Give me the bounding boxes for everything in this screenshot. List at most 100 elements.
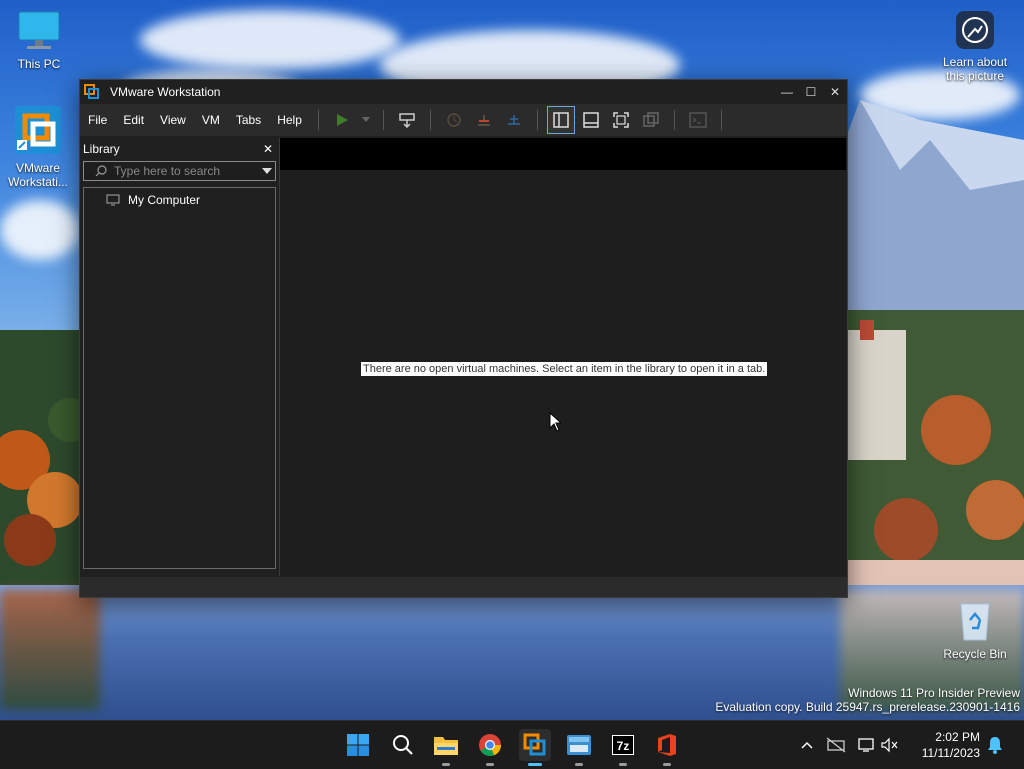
toolbar-separator — [382, 110, 384, 130]
vmware-icon — [84, 84, 99, 99]
running-indicator — [442, 763, 450, 766]
status-bar — [80, 577, 847, 597]
watermark-line2: Evaluation copy. Build 25947.rs_prerelea… — [715, 700, 1020, 714]
recycle-bin-icon — [960, 603, 990, 641]
full-screen-button[interactable] — [608, 107, 634, 133]
toolbar-separator — [317, 110, 319, 130]
desktop-icon-recycle-bin[interactable]: Recycle Bin — [937, 598, 1013, 661]
console-view-icon — [689, 112, 707, 128]
file-explorer-button[interactable] — [430, 729, 462, 766]
empty-state-message: There are no open virtual machines. Sele… — [361, 362, 768, 376]
show-library-button[interactable] — [546, 106, 575, 134]
thumbnail-bar-icon — [583, 112, 599, 128]
menu-file[interactable]: File — [80, 104, 115, 136]
vmware-icon — [15, 106, 61, 154]
desktop-icon-learn-picture[interactable]: Learn about this picture — [937, 10, 1013, 83]
volume-muted-icon[interactable] — [880, 737, 898, 753]
minimize-button[interactable]: — — [775, 80, 799, 104]
power-dropdown-icon — [361, 117, 370, 122]
menu-bar: File Edit View VM Tabs Help — [80, 104, 847, 136]
menu-vm[interactable]: VM — [194, 104, 228, 136]
power-dropdown-button[interactable] — [359, 107, 373, 133]
main-content: There are no open virtual machines. Sele… — [279, 138, 846, 576]
tree-item-label: My Computer — [128, 192, 201, 207]
running-indicator — [619, 763, 627, 766]
watermark-line1: Windows 11 Pro Insider Preview — [848, 686, 1020, 700]
desktop-icon-label: This PC — [17, 57, 61, 71]
search-input[interactable]: Type here to search — [108, 164, 262, 178]
chevron-up-icon[interactable] — [800, 740, 814, 750]
7zip-button[interactable]: 7z — [607, 729, 639, 766]
system-tray — [796, 721, 906, 769]
notification-area — [986, 721, 1004, 769]
library-view-icon — [553, 112, 569, 128]
desktop-icon-label: Recycle Bin — [943, 647, 1007, 661]
desktop-icon-this-pc[interactable]: This PC — [1, 10, 77, 71]
close-button[interactable]: ✕ — [823, 80, 847, 104]
unity-button[interactable] — [638, 107, 664, 133]
7zip-icon: 7z — [612, 735, 634, 755]
running-indicator — [486, 763, 494, 766]
mouse-cursor-icon — [549, 412, 561, 432]
keyboard-app-button[interactable] — [563, 729, 595, 766]
maximize-button[interactable]: ☐ — [799, 80, 823, 104]
library-tree: My Computer — [83, 187, 276, 569]
vmware-window[interactable]: VMware Workstation — ☐ ✕ File Edit View … — [79, 79, 848, 598]
clock-date: 11/11/2023 — [921, 746, 980, 760]
desktop-icon-vmware[interactable]: VMware Workstati... — [0, 104, 76, 189]
clock-time: 2:02 PM — [935, 730, 980, 744]
office-icon — [658, 734, 676, 756]
power-on-icon — [336, 114, 348, 126]
file-explorer-icon — [434, 737, 458, 755]
full-screen-icon — [613, 112, 629, 128]
network-disabled-icon[interactable] — [826, 737, 846, 753]
snapshot-manager-button[interactable] — [501, 107, 527, 133]
chrome-button[interactable] — [474, 729, 506, 766]
menu-edit[interactable]: Edit — [115, 104, 152, 136]
taskbar: 7z 2:02 PM 11/11/2023 — [0, 720, 1024, 769]
active-indicator — [528, 763, 542, 766]
keyboard-app-icon — [567, 735, 591, 755]
title-bar[interactable]: VMware Workstation — ☐ ✕ — [80, 80, 847, 104]
send-ctrl-alt-del-button[interactable] — [394, 107, 420, 133]
desktop-icon-label: VMware Workstati... — [8, 161, 68, 189]
menu-tabs[interactable]: Tabs — [228, 104, 269, 136]
toolbar-separator — [720, 110, 722, 130]
windows-watermark: Windows 11 Pro Insider Preview Evaluatio… — [715, 686, 1020, 714]
snapshot-take-icon — [447, 113, 461, 127]
revert-snapshot-button[interactable] — [471, 107, 497, 133]
chrome-icon — [479, 734, 502, 757]
display-icon[interactable] — [858, 737, 876, 753]
vmware-icon — [523, 733, 546, 756]
start-button[interactable] — [342, 729, 374, 761]
thumbnail-bar-button[interactable] — [578, 107, 604, 133]
toolbar-separator — [536, 110, 538, 130]
search-button[interactable] — [387, 729, 419, 761]
snapshot-revert-icon — [477, 115, 490, 126]
search-icon — [393, 735, 413, 755]
learn-picture-icon — [956, 11, 994, 49]
notification-bell-icon[interactable] — [986, 735, 1004, 755]
running-indicator — [575, 763, 583, 766]
menu-view[interactable]: View — [152, 104, 194, 136]
running-indicator — [663, 763, 671, 766]
tree-item-my-computer[interactable]: My Computer — [84, 188, 275, 208]
menu-help[interactable]: Help — [269, 104, 310, 136]
library-search[interactable]: Type here to search — [83, 161, 276, 181]
desktop-icon-label: Learn about this picture — [942, 55, 1008, 83]
library-close-button[interactable]: ✕ — [263, 142, 276, 156]
chevron-down-icon[interactable] — [262, 168, 272, 174]
toolbar-separator — [429, 110, 431, 130]
computer-icon — [106, 194, 120, 205]
library-pane: Library ✕ Type here to search My Compute… — [83, 140, 276, 574]
power-on-button[interactable] — [329, 107, 355, 133]
take-snapshot-button[interactable] — [441, 107, 467, 133]
send-ctrl-alt-del-icon — [399, 113, 415, 129]
console-view-button[interactable] — [685, 107, 711, 133]
office-button[interactable] — [651, 729, 683, 766]
vmware-taskbar-button[interactable] — [519, 729, 551, 766]
tab-strip — [280, 138, 846, 170]
library-header: Library ✕ — [83, 140, 276, 158]
svg-text:7z: 7z — [617, 739, 630, 753]
clock[interactable]: 2:02 PM 11/11/2023 — [922, 729, 980, 761]
